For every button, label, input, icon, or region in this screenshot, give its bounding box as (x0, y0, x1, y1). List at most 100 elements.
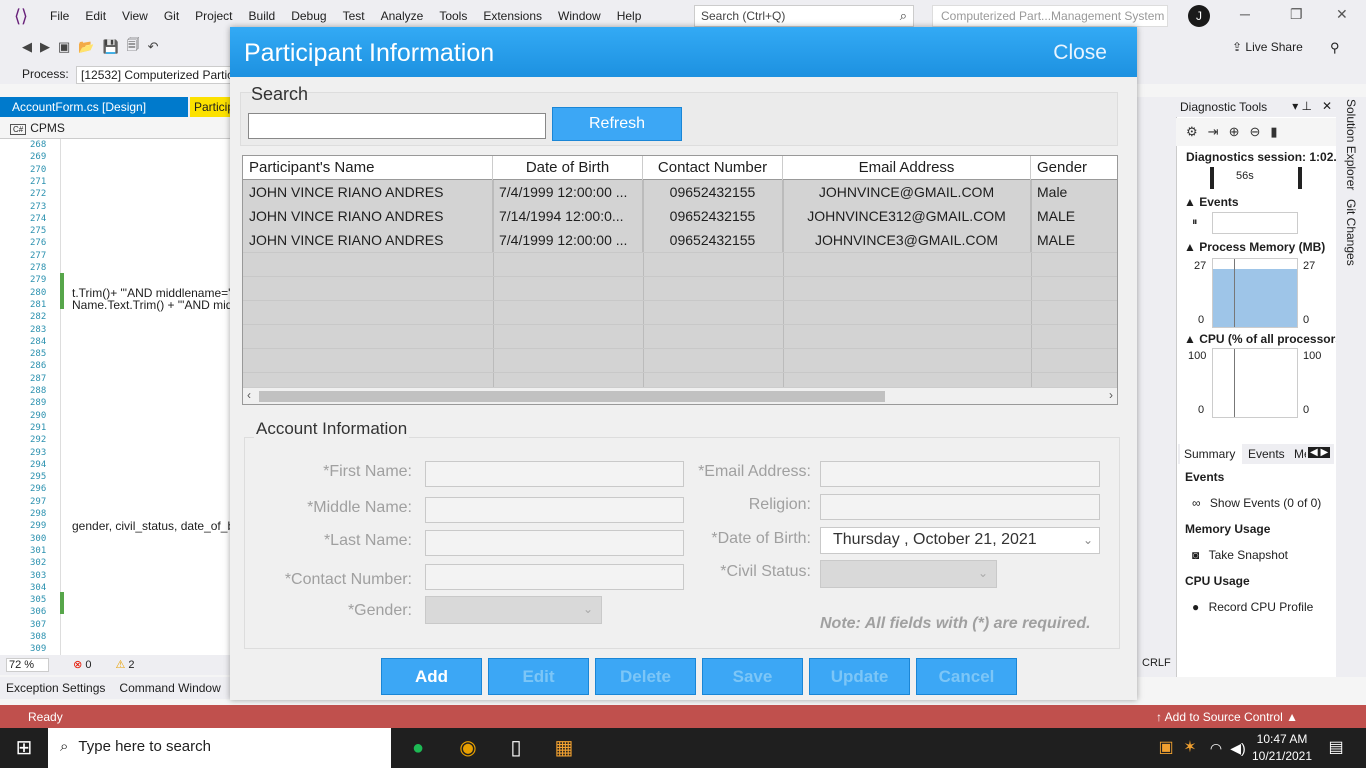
tray-star-icon[interactable]: ✶ (1178, 736, 1202, 760)
grid-horizontal-scrollbar[interactable]: ‹ › (243, 387, 1117, 404)
col-gender[interactable]: Gender (1031, 156, 1117, 180)
religion-input[interactable] (820, 494, 1100, 520)
git-changes-tab[interactable]: Git Changes (1344, 199, 1358, 266)
middle-name-input[interactable] (425, 497, 684, 523)
tab-memory[interactable]: Me (1294, 447, 1306, 461)
refresh-button[interactable]: Refresh (552, 107, 682, 141)
col-date-of-birth[interactable]: Date of Birth (493, 156, 643, 180)
col-contact-number[interactable]: Contact Number (643, 156, 783, 180)
menu-git[interactable]: Git (156, 0, 187, 32)
menu-file[interactable]: File (42, 0, 77, 32)
zoom-out-icon[interactable]: ⊖ (1249, 124, 1260, 140)
notepad-icon[interactable]: ▯ (504, 736, 528, 760)
scroll-left-icon[interactable]: ‹ (247, 388, 251, 402)
add-button[interactable]: Add (381, 658, 482, 695)
timeline-ruler[interactable]: 56s (1210, 167, 1302, 189)
cell-email: JOHNVINCE312@GMAIL.COM (783, 204, 1031, 228)
table-row[interactable]: JOHN VINCE RIANO ANDRES 7/14/1994 12:00:… (243, 204, 1117, 228)
edit-button[interactable]: Edit (488, 658, 589, 695)
open-icon[interactable]: 📂 (78, 39, 94, 55)
close-window-icon[interactable]: ✕ (1336, 6, 1348, 23)
menu-view[interactable]: View (114, 0, 156, 32)
app-icon[interactable]: ▦ (552, 736, 576, 760)
take-snapshot-button[interactable]: ◙ Take Snapshot (1192, 548, 1288, 562)
add-to-source-control[interactable]: ↑ Add to Source Control ▲ (1156, 710, 1298, 724)
pin-icon[interactable]: ▾ ⊥ (1292, 99, 1312, 113)
bottom-tabs: Exception Settings Command Window (0, 677, 232, 699)
warning-icon: ⚠ (115, 659, 126, 671)
participants-grid[interactable]: Participant's Name Date of Birth Contact… (242, 155, 1118, 405)
last-name-input[interactable] (425, 530, 684, 556)
back-icon[interactable]: ◀ (22, 39, 32, 55)
volume-icon[interactable]: ◀) (1226, 736, 1250, 760)
save-all-icon[interactable]: 🗐 (127, 36, 140, 58)
feedback-icon[interactable]: ⚲ (1330, 40, 1340, 56)
cancel-button[interactable]: Cancel (916, 658, 1017, 695)
chart-icon[interactable]: ▮ (1270, 124, 1277, 140)
process-select[interactable]: [12532] Computerized Participant (76, 66, 237, 84)
tab-events[interactable]: Events (1248, 447, 1285, 461)
windows-start-icon[interactable]: ⊞ (12, 736, 36, 760)
chrome-icon[interactable]: ◉ (456, 736, 480, 760)
chevron-down-icon: ⌄ (977, 566, 988, 580)
vs-search-box[interactable]: Search (Ctrl+Q) ⌕ (694, 5, 914, 27)
error-count[interactable]: ⊗ 0 (73, 658, 91, 672)
table-row[interactable]: JOHN VINCE RIANO ANDRES 7/4/1999 12:00:0… (243, 180, 1117, 204)
taskbar-search-placeholder: Type here to search (78, 738, 211, 755)
notification-icon[interactable]: ▤ (1324, 736, 1348, 760)
tab-command-window[interactable]: Command Window (119, 681, 220, 695)
project-name[interactable]: CPMS (30, 121, 65, 135)
menu-edit[interactable]: Edit (77, 0, 114, 32)
line-number: 309 (30, 644, 47, 655)
clock[interactable]: 10:47 AM 10/21/2021 (1250, 731, 1314, 765)
chevron-down-icon[interactable]: ⌄ (1083, 533, 1093, 547)
settings-icon[interactable]: ⚙ (1186, 124, 1198, 140)
show-events-link[interactable]: ∞ Show Events (0 of 0) (1192, 496, 1321, 510)
tab-scroll-icon[interactable]: ◀ ▶ (1308, 447, 1331, 458)
tab-summary[interactable]: Summary (1180, 444, 1242, 464)
close-button[interactable]: Close (1053, 41, 1107, 65)
col-participant-name[interactable]: Participant's Name (243, 156, 493, 180)
email-address-input[interactable] (820, 461, 1100, 487)
save-icon[interactable]: 💾 (102, 39, 118, 55)
line-number: 302 (30, 558, 47, 569)
taskbar-search[interactable]: ⌕ Type here to search (48, 728, 391, 768)
tab-account-form[interactable]: AccountForm.cs [Design] (0, 97, 188, 117)
first-name-input[interactable] (425, 461, 684, 487)
new-project-icon[interactable]: ▣ (58, 39, 70, 55)
zoom-in-icon[interactable]: ⊕ (1229, 124, 1240, 140)
scroll-thumb[interactable] (259, 391, 885, 402)
spotify-icon[interactable]: ● (406, 736, 430, 760)
table-row[interactable]: JOHN VINCE RIANO ANDRES 7/4/1999 12:00:0… (243, 228, 1117, 252)
close-pane-icon[interactable]: ✕ (1322, 99, 1332, 113)
pause-icon[interactable]: ⏸ (1192, 216, 1198, 229)
forward-icon[interactable]: ▶ (40, 39, 50, 55)
export-icon[interactable]: ⇥ (1208, 124, 1219, 140)
tray-app-icon[interactable]: ▣ (1154, 736, 1178, 760)
tab-exception-settings[interactable]: Exception Settings (6, 681, 105, 695)
save-button[interactable]: Save (702, 658, 803, 695)
record-cpu-button[interactable]: ● Record CPU Profile (1192, 600, 1313, 614)
col-email-address[interactable]: Email Address (783, 156, 1031, 180)
gender-select[interactable]: ⌄ (425, 596, 602, 624)
scroll-right-icon[interactable]: › (1109, 388, 1113, 402)
error-count-value: 0 (85, 659, 92, 671)
delete-button[interactable]: Delete (595, 658, 696, 695)
maximize-icon[interactable]: ❐ (1290, 6, 1303, 23)
avatar[interactable]: J (1188, 5, 1210, 27)
update-button[interactable]: Update (809, 658, 910, 695)
minimize-icon[interactable]: ─ (1240, 6, 1250, 22)
zoom-level[interactable]: 72 % (6, 658, 50, 672)
visual-studio-logo-icon: ⟨⟩ (13, 5, 29, 26)
wifi-icon[interactable]: ◠ (1204, 736, 1228, 760)
contact-number-input[interactable] (425, 564, 684, 590)
warning-count[interactable]: ⚠ 2 (115, 658, 134, 672)
undo-icon[interactable]: ↶ (148, 39, 159, 55)
civil-status-select[interactable]: ⌄ (820, 560, 997, 588)
search-input[interactable] (248, 113, 546, 139)
live-share-button[interactable]: ⇪ Live Share (1232, 40, 1303, 54)
date-of-birth-picker[interactable]: Thursday , October 21, 2021 ⌄ (820, 527, 1100, 554)
tab-participant[interactable]: Participant (190, 97, 232, 117)
solution-explorer-tab[interactable]: Solution Explorer (1344, 99, 1358, 190)
code-editor[interactable]: 268 269 270 271 272 273 274 275 276 277 278 279 280 2… (0, 139, 232, 655)
